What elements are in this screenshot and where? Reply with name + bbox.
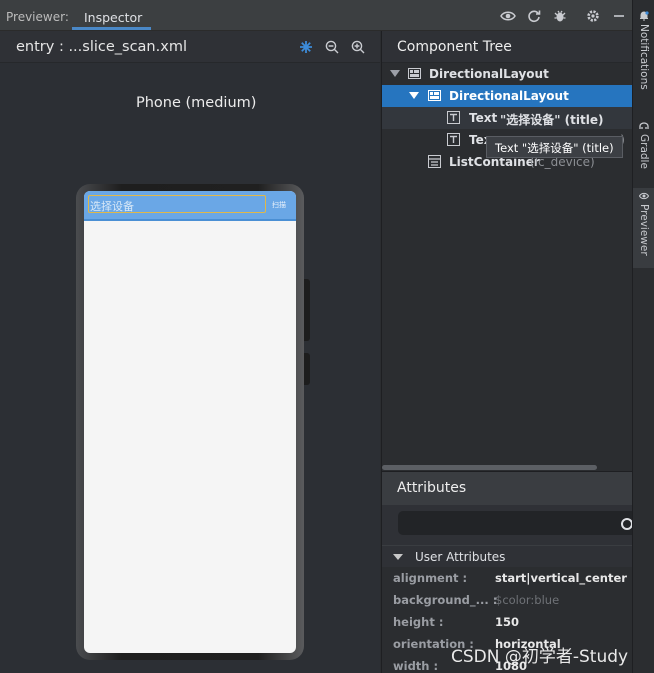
user-attributes-title: User Attributes [415, 550, 506, 564]
attributes-header: Attributes [382, 471, 633, 505]
gradle-label: Gradle [638, 134, 650, 169]
gear-icon[interactable] [584, 7, 602, 25]
screen-side-text: 扫描 [272, 201, 286, 209]
previewer-pane: entry : ...slice_scan.xml Phone (medium)… [0, 31, 380, 673]
tree-row-name: Text [469, 111, 498, 125]
text-component-icon [447, 133, 460, 146]
previewer-tool-button[interactable]: Previewer [633, 188, 654, 268]
component-tree-toggle-icon[interactable] [297, 38, 315, 56]
active-tab-underline [72, 27, 151, 30]
notifications-tool-button[interactable]: Notifications [633, 8, 654, 108]
expand-arrow-icon[interactable] [409, 92, 419, 99]
attribute-key: width : [393, 659, 439, 673]
tree-row-name: DirectionalLayout [429, 67, 549, 81]
phone-frame: 选择设备 扫描 [76, 184, 310, 660]
zoom-in-icon[interactable] [349, 38, 367, 56]
tree-row-detail: "选择设备" (title) [500, 113, 604, 127]
scrollbar-thumb[interactable] [382, 465, 597, 470]
component-tree-title: Component Tree [397, 39, 512, 55]
attribute-row[interactable]: background_... : $color:blue [382, 589, 633, 611]
attribute-key: alignment : [393, 571, 468, 585]
tab-inspector-label: Inspector [84, 10, 143, 25]
directional-layout-icon [428, 90, 441, 101]
attribute-value[interactable]: 150 [495, 615, 519, 629]
attribute-row[interactable]: height : 150 [382, 611, 633, 633]
text-component-icon [447, 111, 460, 124]
directional-layout-icon [408, 68, 421, 79]
minimize-icon[interactable] [610, 7, 628, 25]
previewer-label: Previewer [638, 204, 650, 256]
tree-row-name: DirectionalLayout [449, 89, 569, 103]
attributes-search-input[interactable] [398, 511, 638, 535]
phone-volume-button [304, 279, 310, 341]
eye-icon[interactable] [499, 7, 517, 25]
previewed-file-label: entry : ...slice_scan.xml [16, 39, 187, 55]
attributes-title: Attributes [397, 480, 467, 496]
tool-window-tabbar: Previewer: Inspector [0, 0, 632, 31]
tree-row[interactable]: DirectionalLayout [382, 63, 633, 85]
attribute-key: background_... : [393, 593, 498, 607]
expand-arrow-icon[interactable] [390, 70, 400, 77]
attribute-value[interactable]: start|vertical_center [495, 571, 627, 585]
debug-bug-icon[interactable] [551, 7, 569, 25]
screen-title-text: 选择设备 [90, 200, 134, 213]
watermark-text: CSDN @初学者-Study [451, 647, 629, 667]
tab-inspector[interactable]: Inspector [72, 0, 151, 31]
zoom-out-icon[interactable] [323, 38, 341, 56]
component-tree-header: Component Tree [382, 31, 633, 63]
attribute-key: height : [393, 615, 444, 629]
screen-title-bar[interactable]: 选择设备 扫描 [84, 191, 296, 221]
attribute-row[interactable]: alignment : start|vertical_center [382, 567, 633, 589]
gradle-elephant-icon [639, 122, 649, 129]
device-name-label: Phone (medium) [136, 95, 257, 111]
phone-power-button [304, 353, 310, 385]
notifications-label: Notifications [638, 24, 650, 90]
previewer-header: entry : ...slice_scan.xml [0, 31, 380, 63]
collapse-arrow-icon[interactable] [393, 554, 403, 560]
ide-window: Previewer: Inspector entry : ...slice_sc… [0, 0, 654, 673]
previewer-label: Previewer: [6, 10, 69, 24]
phone-screen[interactable]: 选择设备 扫描 [84, 191, 296, 653]
inspector-pane: Component Tree DirectionalLayout Directi… [381, 31, 638, 673]
refresh-icon[interactable] [525, 7, 543, 25]
attribute-value[interactable]: $color:blue [495, 593, 559, 607]
tree-row[interactable]: Text "选择设备" (title) [382, 107, 633, 129]
eye-icon [639, 192, 649, 200]
user-attributes-section[interactable]: User Attributes [382, 545, 633, 567]
side-tool-strip: Notifications Gradle Previewer [632, 0, 654, 673]
list-container-icon [428, 155, 441, 168]
component-tooltip: Text "选择设备" (title) [486, 136, 623, 158]
attributes-search-area [382, 505, 638, 545]
bell-icon [640, 11, 649, 21]
gradle-tool-button[interactable]: Gradle [633, 118, 654, 180]
tree-row-selected[interactable]: DirectionalLayout [382, 85, 633, 107]
